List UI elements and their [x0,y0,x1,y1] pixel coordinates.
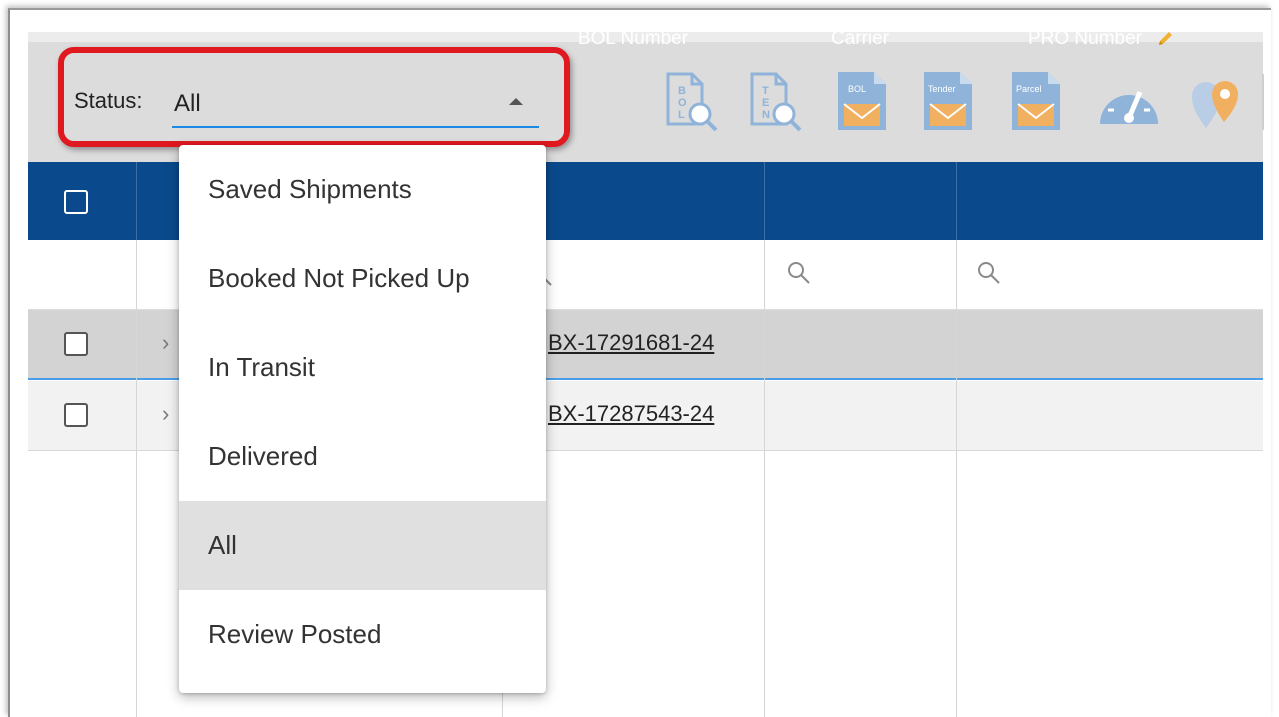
pencil-icon[interactable] [1156,30,1174,48]
column-header-pro-number[interactable]: PRO Number [956,0,1246,78]
status-option-delivered[interactable]: Delivered [179,412,546,501]
column-header-carrier[interactable]: Carrier [764,0,956,78]
column-header-bol-number-label: BOL Number [577,28,689,49]
status-option-in-transit[interactable]: In Transit [179,323,546,412]
svg-text:Parcel: Parcel [1016,84,1042,94]
bol-number-link[interactable]: BX-17291681-24 [548,330,714,356]
row-checkbox[interactable] [64,332,88,356]
column-line [956,240,957,717]
svg-text:N: N [762,109,770,121]
bol-number-link[interactable]: BX-17287543-24 [548,401,714,427]
status-select-value: All [174,90,201,117]
svg-text:E: E [762,97,769,109]
tender-email-icon[interactable]: Tender [922,70,974,132]
expand-chevron-icon[interactable]: › [162,330,169,356]
svg-text:O: O [678,97,687,109]
search-icon[interactable] [786,260,812,286]
select-all-checkbox[interactable] [64,190,88,214]
tender-search-icon[interactable]: T E N [744,70,806,132]
toolbar-edge-divider [1262,74,1266,130]
status-option-saved-shipments[interactable]: Saved Shipments [179,145,546,234]
status-select[interactable]: All [172,78,539,128]
status-dropdown-menu: Saved Shipments Booked Not Picked Up In … [179,145,546,693]
column-line [136,240,137,717]
svg-text:B: B [678,85,686,97]
column-header-carrier-label: Carrier [830,28,890,49]
column-line [764,240,765,717]
header-divider [136,162,137,240]
expand-chevron-icon[interactable]: › [162,401,169,427]
map-pins-icon[interactable] [1188,72,1248,132]
bol-email-icon[interactable]: BOL [836,70,888,132]
caret-up-icon [509,98,523,105]
header-divider [764,162,765,240]
svg-text:Tender: Tender [928,84,956,94]
status-option-review-posted[interactable]: Review Posted [179,590,546,679]
svg-text:L: L [678,109,685,121]
svg-text:BOL: BOL [848,84,866,94]
row-checkbox[interactable] [64,403,88,427]
bol-search-icon[interactable]: B O L [660,70,722,132]
svg-text:T: T [762,85,769,97]
search-icon[interactable] [976,260,1002,286]
status-option-booked-not-picked-up[interactable]: Booked Not Picked Up [179,234,546,323]
status-option-all[interactable]: All [179,501,546,590]
column-header-bol-number[interactable]: BOL Number [502,0,764,78]
parcel-email-icon[interactable]: Parcel [1010,70,1062,132]
status-label: Status: [74,88,143,113]
dashboard-gauge-icon[interactable] [1094,74,1164,130]
header-divider [956,162,957,240]
column-header-pro-number-label: PRO Number [1027,28,1143,49]
